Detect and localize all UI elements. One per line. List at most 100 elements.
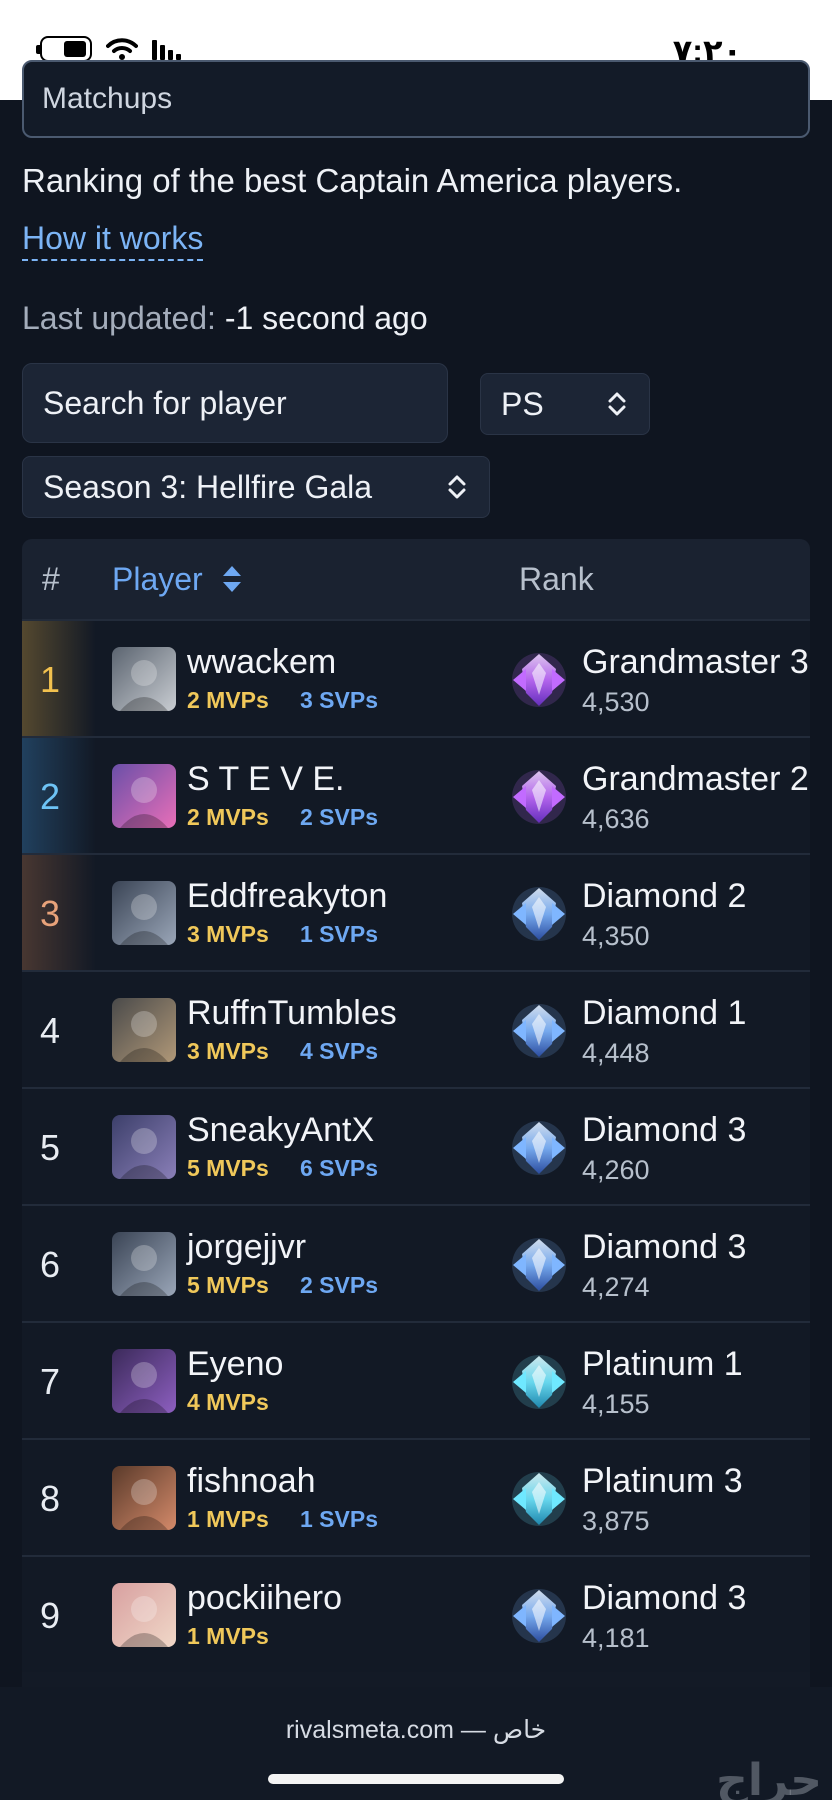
table-row[interactable]: 4 RuffnTumbles 3 MVPs 4 SVPs Diamond 1 4…	[22, 970, 810, 1087]
mvp-count: 4 MVPs	[187, 1389, 269, 1415]
table-row[interactable]: 6 jorgejjvr 5 MVPs 2 SVPs Diamond 3 4,27…	[22, 1204, 810, 1321]
status-icons	[36, 36, 181, 62]
last-updated-value: -1 second ago	[224, 300, 428, 336]
svp-count: 3 SVPs	[300, 687, 378, 713]
diamond-rank-icon	[512, 1589, 566, 1643]
row-rank-number: 3	[40, 893, 61, 934]
row-rank-number: 5	[40, 1127, 61, 1168]
svp-count: 2 SVPs	[300, 804, 378, 830]
grandmaster-rank-icon	[512, 653, 566, 707]
svp-count: 1 SVPs	[300, 921, 378, 947]
row-rank-number: 7	[40, 1361, 61, 1402]
platform-select[interactable]: PS	[480, 373, 650, 435]
grandmaster-rank-icon	[512, 770, 566, 824]
mvp-count: 1 MVPs	[187, 1623, 269, 1649]
intro-text: Ranking of the best Captain America play…	[22, 162, 683, 199]
avatar-portrait-icon	[120, 1596, 168, 1647]
season-select[interactable]: Season 3: Hellfire Gala	[22, 456, 490, 518]
table-body: 1 wwackem 2 MVPs 3 SVPs Grandmaster 3 4,…	[22, 619, 810, 1672]
rank-name: Diamond 3	[582, 1111, 747, 1149]
player-name[interactable]: wwackem	[187, 643, 336, 682]
avatar	[112, 647, 176, 711]
player-name[interactable]: RuffnTumbles	[187, 994, 397, 1033]
table-row[interactable]: 8 fishnoah 1 MVPs 1 SVPs Platinum 3 3,87…	[22, 1438, 810, 1555]
avatar-portrait-icon	[120, 777, 168, 828]
leaderboard-table: # Player Rank 1 wwackem 2 MVPs 3 SVPs Gr…	[22, 539, 810, 1687]
rank-name: Diamond 2	[582, 877, 747, 915]
rank-score: 4,274	[582, 1272, 650, 1302]
mvp-count: 3 MVPs	[187, 1038, 269, 1064]
platinum-rank-icon	[512, 1472, 566, 1526]
rank-score: 4,636	[582, 804, 650, 834]
sort-icon	[222, 566, 241, 592]
rank-score: 4,448	[582, 1038, 650, 1068]
rank-name: Grandmaster 3	[582, 643, 809, 681]
platinum-rank-icon	[512, 1355, 566, 1409]
avatar-portrait-icon	[120, 1479, 168, 1530]
platform-select-value: PS	[501, 385, 544, 422]
player-name[interactable]: S T E V E.	[187, 760, 344, 799]
avatar	[112, 998, 176, 1062]
diamond-rank-icon	[512, 1004, 566, 1058]
matchups-tab[interactable]: Matchups	[22, 60, 810, 138]
table-header: # Player Rank	[22, 539, 810, 619]
chevron-updown-icon	[608, 392, 626, 416]
mvp-count: 5 MVPs	[187, 1272, 269, 1298]
diamond-rank-icon	[512, 1238, 566, 1292]
mvp-count: 2 MVPs	[187, 804, 269, 830]
row-rank-number: 6	[40, 1244, 61, 1285]
rank-score: 4,155	[582, 1389, 650, 1419]
svp-count: 4 SVPs	[300, 1038, 378, 1064]
rank-score: 4,260	[582, 1155, 650, 1185]
avatar-portrait-icon	[120, 1011, 168, 1062]
mvp-count: 2 MVPs	[187, 687, 269, 713]
rank-score: 4,350	[582, 921, 650, 951]
search-input[interactable]	[22, 363, 448, 443]
wifi-icon	[106, 38, 138, 60]
player-name[interactable]: jorgejjvr	[187, 1228, 306, 1267]
battery-icon	[36, 36, 92, 62]
column-header-player-label: Player	[112, 560, 203, 597]
avatar	[112, 764, 176, 828]
mvp-count: 3 MVPs	[187, 921, 269, 947]
avatar-portrait-icon	[120, 660, 168, 711]
table-row[interactable]: 3 Eddfreakyton 3 MVPs 1 SVPs Diamond 2 4…	[22, 853, 810, 970]
player-name[interactable]: Eyeno	[187, 1345, 283, 1384]
row-rank-number: 8	[40, 1478, 61, 1519]
mvp-count: 5 MVPs	[187, 1155, 269, 1181]
rank-name: Grandmaster 2	[582, 760, 809, 798]
rank-score: 4,181	[582, 1623, 650, 1653]
table-row[interactable]: 2 S T E V E. 2 MVPs 2 SVPs Grandmaster 2…	[22, 736, 810, 853]
avatar	[112, 1349, 176, 1413]
player-name[interactable]: fishnoah	[187, 1462, 316, 1501]
season-select-value: Season 3: Hellfire Gala	[43, 468, 373, 505]
rank-name: Platinum 3	[582, 1462, 743, 1500]
row-rank-number: 9	[40, 1595, 61, 1636]
table-row[interactable]: 1 wwackem 2 MVPs 3 SVPs Grandmaster 3 4,…	[22, 619, 810, 736]
rank-name: Diamond 3	[582, 1228, 747, 1266]
matchups-tab-label: Matchups	[42, 82, 173, 115]
footer-url: rivalsmeta.com — خاص	[285, 1716, 547, 1744]
avatar-portrait-icon	[120, 1245, 168, 1296]
avatar	[112, 1115, 176, 1179]
avatar	[112, 881, 176, 945]
player-name[interactable]: pockiihero	[187, 1579, 342, 1618]
avatar-portrait-icon	[120, 1362, 168, 1413]
row-rank-number: 1	[40, 659, 61, 700]
rank-score: 4,530	[582, 687, 650, 717]
mvp-count: 1 MVPs	[187, 1506, 269, 1532]
column-header-rank-number: #	[42, 560, 60, 597]
player-name[interactable]: SneakyAntX	[187, 1111, 374, 1150]
how-it-works-link[interactable]: How it works	[22, 220, 204, 261]
watermark-logo: حراج	[716, 1755, 822, 1800]
svp-count: 1 SVPs	[300, 1506, 378, 1532]
signal-icon	[152, 38, 181, 60]
table-row[interactable]: 5 SneakyAntX 5 MVPs 6 SVPs Diamond 3 4,2…	[22, 1087, 810, 1204]
table-row[interactable]: 7 Eyeno 4 MVPs Platinum 1 4,155	[22, 1321, 810, 1438]
player-name[interactable]: Eddfreakyton	[187, 877, 387, 916]
table-row[interactable]: 9 pockiihero 1 MVPs Diamond 3 4,181	[22, 1555, 810, 1672]
rank-name: Diamond 1	[582, 994, 747, 1032]
column-header-player[interactable]: Player	[112, 561, 243, 598]
last-updated: Last updated: -1 second ago	[22, 300, 428, 337]
row-rank-number: 2	[40, 776, 61, 817]
